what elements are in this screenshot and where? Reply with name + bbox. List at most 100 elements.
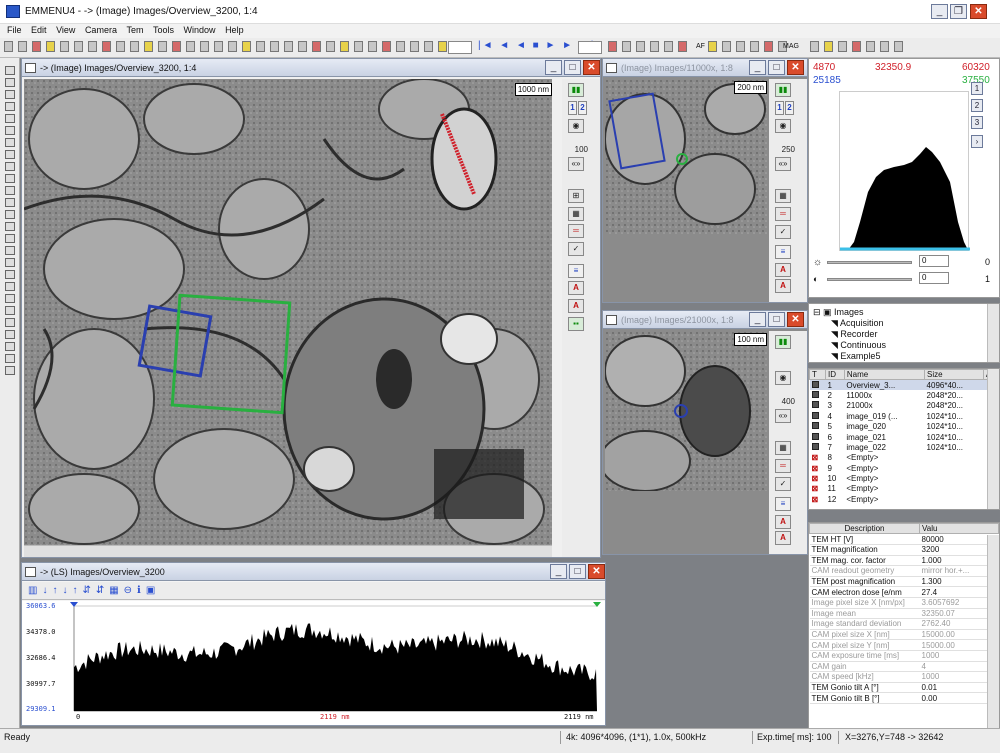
property-row[interactable]: CAM pixel size X [nm] 15000.00 — [809, 629, 999, 641]
toolbar-tool-icon[interactable] — [424, 41, 433, 52]
toolbar-tool-icon[interactable] — [708, 41, 717, 52]
left-tool-icon[interactable] — [5, 138, 15, 147]
list-item[interactable]: ⊠ 11 <Empty> — [810, 484, 999, 494]
left-tool-icon[interactable] — [5, 222, 15, 231]
property-row[interactable]: TEM magnification 3200 — [809, 544, 999, 556]
col-value[interactable]: Valu — [919, 522, 999, 535]
toolbar-tool-icon[interactable] — [664, 41, 673, 52]
left-tool-icon[interactable] — [5, 90, 15, 99]
col-name[interactable]: Name — [843, 368, 926, 381]
left-tool-icon[interactable] — [5, 354, 15, 363]
menu-view[interactable]: View — [56, 25, 75, 35]
list-item[interactable]: 3 21000x 2048*20... — [810, 401, 999, 411]
toolbar-tool-icon[interactable] — [608, 41, 617, 52]
toolbar-tool-icon[interactable] — [810, 41, 819, 52]
annotate-b-icon[interactable]: A — [775, 531, 791, 545]
property-row[interactable]: TEM Gonio tilt A [°] 0.01 — [809, 682, 999, 694]
maximize-icon[interactable]: □ — [564, 60, 581, 75]
toolbar-tool-icon[interactable] — [736, 41, 745, 52]
channel-two-button[interactable]: 2 — [785, 101, 794, 115]
toolbar-tool-icon[interactable] — [270, 41, 279, 52]
property-row[interactable]: CAM electron dose [e/nm 27.4 — [809, 586, 999, 598]
property-row[interactable]: CAM exposure time [ms] 1000 — [809, 650, 999, 662]
toolbar-tool-icon[interactable] — [46, 41, 55, 52]
brightness-field[interactable]: 0 — [919, 255, 949, 267]
list-scrollbar[interactable] — [987, 369, 999, 509]
annotate-a-icon[interactable]: A — [775, 515, 791, 529]
menu-window[interactable]: Window — [184, 25, 216, 35]
stack-icon[interactable]: ≡ — [775, 245, 791, 259]
toolbar-tool-icon[interactable] — [750, 41, 759, 52]
rewind-icon[interactable]: «» — [775, 157, 791, 171]
left-tool-icon[interactable] — [5, 366, 15, 375]
close-icon[interactable]: ✕ — [787, 312, 804, 327]
menu-file[interactable]: File — [7, 25, 22, 35]
properties-scrollbar[interactable] — [987, 535, 999, 729]
left-tool-icon[interactable] — [5, 330, 15, 339]
toolbar-tool-icon[interactable] — [650, 41, 659, 52]
left-tool-icon[interactable] — [5, 234, 15, 243]
toolbar-tool-icon[interactable] — [242, 41, 251, 52]
toolbar-tool-icon[interactable] — [228, 41, 237, 52]
minimize-icon[interactable]: _ — [931, 4, 948, 19]
toolbar-tool-icon[interactable] — [312, 41, 321, 52]
menu-help[interactable]: Help — [225, 25, 244, 35]
reset-one-button[interactable]: 1 — [985, 274, 990, 284]
list-item[interactable]: 4 image_019 (... 1024*10... — [810, 411, 999, 421]
close-icon[interactable]: ✕ — [970, 4, 987, 19]
toolbar-tool-icon[interactable] — [340, 41, 349, 52]
stack-icon[interactable]: ≡ — [568, 264, 584, 278]
toolbar-tool-icon[interactable] — [438, 41, 447, 52]
tree-item[interactable]: ◥ Recorder — [831, 329, 877, 340]
toolbar-tool-icon[interactable] — [894, 41, 903, 52]
toolbar-tool-icon[interactable] — [214, 41, 223, 52]
toolbar-tool-icon[interactable] — [764, 41, 773, 52]
display-toggle-button[interactable]: ▮▮ — [775, 83, 791, 97]
rewind-icon[interactable]: «» — [568, 157, 584, 171]
left-tool-icon[interactable] — [5, 150, 15, 159]
tree-scrollbar[interactable] — [987, 304, 999, 362]
toolbar-tool-icon[interactable] — [722, 41, 731, 52]
annotate-a-icon[interactable]: A — [775, 263, 791, 277]
check-icon[interactable]: ✓ — [775, 225, 791, 239]
brightness-slider[interactable] — [827, 261, 912, 264]
camera-icon[interactable]: ◉ — [775, 371, 791, 385]
toolbar-tool-icon[interactable] — [144, 41, 153, 52]
list-item[interactable]: 7 image_022 1024*10... — [810, 442, 999, 452]
col-id[interactable]: ID — [824, 368, 845, 381]
minimize-icon[interactable]: _ — [550, 564, 567, 579]
toolbar-tool-icon[interactable] — [866, 41, 875, 52]
hist-next-icon[interactable]: › — [971, 135, 983, 148]
property-row[interactable]: Image mean 32350.07 — [809, 608, 999, 620]
em-image-21000x[interactable]: 100 nm — [605, 331, 767, 491]
reset-zero-button[interactable]: 0 — [985, 257, 990, 267]
reset-icon[interactable]: ⊞ — [568, 189, 584, 203]
toolbar-tool-icon[interactable] — [60, 41, 69, 52]
toolbar-tool-icon[interactable] — [284, 41, 293, 52]
toolbar-tool-icon[interactable] — [852, 41, 861, 52]
col-description[interactable]: Description — [809, 522, 920, 535]
hist-channel-2-button[interactable]: 2 — [971, 99, 983, 112]
display-toggle-button[interactable]: ▮▮ — [568, 83, 584, 97]
list-item[interactable]: ⊠ 12 <Empty> — [810, 494, 999, 504]
property-row[interactable]: Image standard deviation 2762.40 — [809, 618, 999, 630]
step-field[interactable] — [578, 41, 602, 54]
list-item[interactable]: 5 image_020 1024*10... — [810, 421, 999, 431]
left-tool-icon[interactable] — [5, 114, 15, 123]
left-tool-icon[interactable] — [5, 294, 15, 303]
property-row[interactable]: TEM Gonio tilt B [°] 0.00 — [809, 692, 999, 704]
col-type[interactable]: T — [809, 368, 826, 381]
contrast-field[interactable]: 0 — [919, 272, 949, 284]
grid-icon[interactable]: ▪▪ — [568, 317, 584, 331]
stack-icon[interactable]: ≡ — [775, 497, 791, 511]
layout-icon[interactable]: ▦ — [775, 189, 791, 203]
channel-one-button[interactable]: 1 — [568, 101, 577, 115]
property-row[interactable]: CAM speed [kHz] 1000 — [809, 671, 999, 683]
close-icon[interactable]: ✕ — [588, 564, 605, 579]
em-image-11000x[interactable]: 200 nm — [605, 79, 767, 234]
close-icon[interactable]: ✕ — [787, 60, 804, 75]
restore-icon[interactable]: ❐ — [950, 4, 967, 19]
left-tool-icon[interactable] — [5, 126, 15, 135]
minimize-icon[interactable]: _ — [545, 60, 562, 75]
left-tool-icon[interactable] — [5, 186, 15, 195]
